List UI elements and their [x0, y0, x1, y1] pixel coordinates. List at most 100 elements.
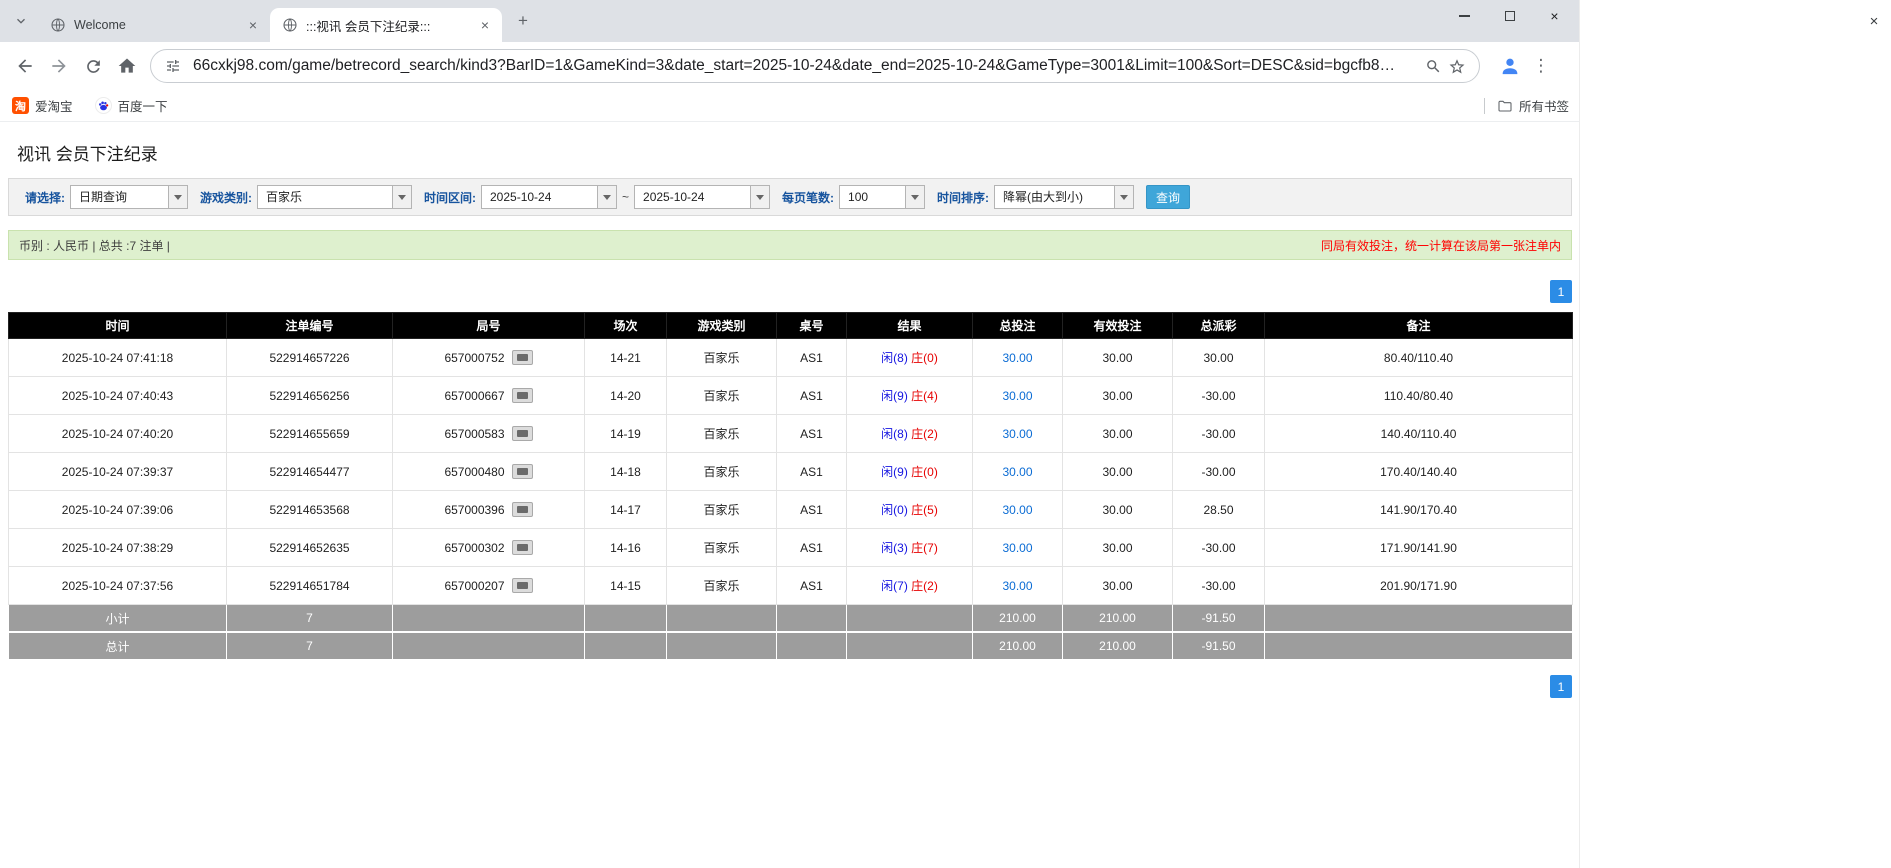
tab-welcome[interactable]: Welcome ×	[38, 8, 270, 42]
window-maximize-icon[interactable]	[1487, 0, 1532, 32]
total-bet-link[interactable]: 30.00	[1002, 503, 1032, 517]
cell-remark: 201.90/171.90	[1265, 567, 1573, 605]
search-button[interactable]: 查询	[1146, 185, 1190, 209]
chevron-down-icon[interactable]	[905, 186, 924, 208]
sort-select[interactable]: 降幂(由大到小)	[994, 185, 1134, 209]
chevron-down-icon[interactable]	[597, 186, 616, 208]
pagination-button[interactable]: 1	[1550, 280, 1572, 303]
col-total-bet: 总投注	[973, 313, 1063, 339]
result-player: 闲(9)	[881, 389, 908, 403]
total-bet-link[interactable]: 30.00	[1002, 579, 1032, 593]
page-title: 视讯 会员下注纪录	[17, 140, 1579, 165]
taobao-icon: 淘	[12, 97, 29, 114]
cell-time: 2025-10-24 07:41:18	[9, 339, 227, 377]
window-minimize-icon[interactable]	[1442, 0, 1487, 32]
total-bet-link[interactable]: 30.00	[1002, 389, 1032, 403]
tab-title: :::视讯 会员下注纪录:::	[306, 16, 470, 35]
cell-total-bet: 30.00	[973, 453, 1063, 491]
cell-total-bet: 30.00	[973, 529, 1063, 567]
video-replay-icon[interactable]	[512, 350, 533, 365]
bookmark-baidu[interactable]: 百度一下	[95, 96, 168, 115]
subtotal-payout: -91.50	[1173, 605, 1265, 633]
col-session: 场次	[585, 313, 667, 339]
chevron-down-icon[interactable]	[392, 186, 411, 208]
empty-cell	[777, 632, 847, 660]
cell-game: 百家乐	[667, 529, 777, 567]
round-number: 657000667	[444, 389, 504, 403]
subtotal-total-bet: 210.00	[973, 605, 1063, 633]
round-number: 657000583	[444, 427, 504, 441]
cell-bet-id: 522914655659	[227, 415, 393, 453]
col-round: 局号	[393, 313, 585, 339]
tab-close-icon[interactable]: ×	[244, 16, 262, 34]
bookmark-taobao[interactable]: 淘 爱淘宝	[12, 96, 73, 115]
chevron-down-icon[interactable]	[750, 186, 769, 208]
video-replay-icon[interactable]	[512, 388, 533, 403]
video-replay-icon[interactable]	[512, 464, 533, 479]
video-replay-icon[interactable]	[512, 426, 533, 441]
total-payout: -91.50	[1173, 632, 1265, 660]
chevron-down-icon[interactable]	[168, 186, 187, 208]
all-bookmarks-button[interactable]: 所有书签	[1497, 96, 1569, 115]
date-end-select[interactable]: 2025-10-24	[634, 185, 770, 209]
back-icon[interactable]	[8, 49, 42, 83]
game-type-select[interactable]: 百家乐	[257, 185, 412, 209]
table-row: 2025-10-24 07:39:37 522914654477 6570004…	[9, 453, 1573, 491]
query-type-select[interactable]: 日期查询	[70, 185, 188, 209]
zoom-icon[interactable]	[1421, 58, 1445, 75]
profile-icon[interactable]	[1494, 50, 1526, 82]
forward-icon[interactable]	[42, 49, 76, 83]
total-bet-link[interactable]: 30.00	[1002, 465, 1032, 479]
empty-cell	[667, 632, 777, 660]
page-size-value: 100	[840, 186, 905, 208]
globe-favicon-icon	[50, 17, 66, 33]
sort-value: 降幂(由大到小)	[995, 186, 1114, 208]
video-replay-icon[interactable]	[512, 578, 533, 593]
cell-remark: 140.40/110.40	[1265, 415, 1573, 453]
result-banker: 庄(2)	[911, 579, 938, 593]
cell-payout: 30.00	[1173, 339, 1265, 377]
empty-cell	[393, 605, 585, 633]
cell-time: 2025-10-24 07:39:37	[9, 453, 227, 491]
video-replay-icon[interactable]	[512, 502, 533, 517]
outer-close-icon[interactable]: ×	[1864, 11, 1884, 31]
cell-total-bet: 30.00	[973, 567, 1063, 605]
date-start-select[interactable]: 2025-10-24	[481, 185, 617, 209]
home-icon[interactable]	[110, 49, 144, 83]
cell-remark: 80.40/110.40	[1265, 339, 1573, 377]
browser-menu-icon[interactable]: ⋮	[1528, 50, 1554, 82]
result-player: 闲(7)	[881, 579, 908, 593]
cell-bet-id: 522914654477	[227, 453, 393, 491]
cell-time: 2025-10-24 07:40:43	[9, 377, 227, 415]
subtotal-row: 小计 7 210.00 210.00 -91.50	[9, 605, 1573, 633]
summary-note: 同局有效投注，统一计算在该局第一张注单内	[1321, 237, 1561, 254]
refresh-icon[interactable]	[76, 49, 110, 83]
table-row: 2025-10-24 07:40:20 522914655659 6570005…	[9, 415, 1573, 453]
window-close-icon[interactable]: ×	[1532, 0, 1577, 32]
tab-search-chevron-icon[interactable]	[8, 8, 34, 34]
bookmark-star-icon[interactable]	[1445, 57, 1469, 75]
total-valid-bet: 210.00	[1063, 632, 1173, 660]
pagination-button[interactable]: 1	[1550, 675, 1572, 698]
col-remark: 备注	[1265, 313, 1573, 339]
tab-betrecord[interactable]: :::视讯 会员下注纪录::: ×	[270, 8, 502, 42]
total-bet-link[interactable]: 30.00	[1002, 541, 1032, 555]
chevron-down-icon[interactable]	[1114, 186, 1133, 208]
address-bar[interactable]: 66cxkj98.com/game/betrecord_search/kind3…	[150, 49, 1480, 83]
cell-game: 百家乐	[667, 567, 777, 605]
cell-round: 657000667	[393, 377, 585, 415]
page-size-select[interactable]: 100	[839, 185, 925, 209]
tab-close-icon[interactable]: ×	[476, 16, 494, 34]
date-range-label: 时间区间:	[424, 189, 476, 206]
total-bet-link[interactable]: 30.00	[1002, 351, 1032, 365]
site-info-icon[interactable]	[161, 58, 185, 74]
total-total-bet: 210.00	[973, 632, 1063, 660]
cell-valid-bet: 30.00	[1063, 491, 1173, 529]
cell-bet-id: 522914652635	[227, 529, 393, 567]
new-tab-button[interactable]: +	[510, 8, 536, 34]
cell-game: 百家乐	[667, 453, 777, 491]
total-bet-link[interactable]: 30.00	[1002, 427, 1032, 441]
col-table: 桌号	[777, 313, 847, 339]
video-replay-icon[interactable]	[512, 540, 533, 555]
folder-icon	[1497, 98, 1513, 114]
